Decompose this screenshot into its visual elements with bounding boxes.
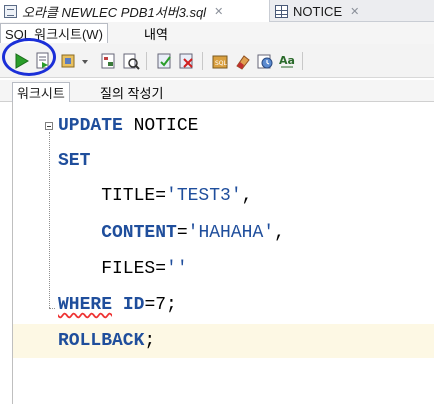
tab-query-builder[interactable]: 질의 작성기 [96, 82, 167, 102]
autotrace-icon[interactable] [60, 52, 78, 70]
rollback-icon[interactable] [178, 52, 196, 70]
close-icon[interactable]: ✕ [350, 5, 359, 18]
fold-guide-line [49, 132, 50, 308]
clear-icon[interactable] [234, 52, 252, 70]
tab-worksheet[interactable]: 워크시트 [12, 82, 70, 102]
code-line-2: SET [58, 147, 90, 175]
worksheet-subtab-bar: SQL 워크시트(W) 내역 [0, 22, 434, 44]
worksheet-mode-tabs: 워크시트 질의 작성기 [0, 80, 434, 102]
code-line-4: CONTENT='HAHAHA', [58, 219, 285, 247]
keyword: UPDATE [58, 116, 123, 136]
tab-notice-label: NOTICE [293, 3, 343, 19]
toolbar-separator [202, 52, 203, 70]
condition: =7; [144, 295, 177, 315]
code-line-1: UPDATE NOTICE [58, 112, 198, 140]
tab-notice[interactable]: NOTICE ✕ [271, 0, 371, 22]
keyword: ROLLBACK [58, 331, 145, 351]
column-assignment: FILES= [58, 259, 167, 279]
run-statement-icon[interactable] [12, 52, 30, 70]
string-literal: 'HAHAHA' [187, 223, 275, 243]
svg-text:SQL: SQL [215, 60, 228, 67]
code-line-6: WHERE ID=7; [58, 291, 177, 319]
keyword: SET [58, 151, 91, 171]
keyword-column: CONTENT [58, 223, 177, 243]
subtab-history[interactable]: 내역 [140, 23, 172, 43]
subtab-sql-worksheet[interactable]: SQL 워크시트(W) [0, 23, 108, 43]
svg-text:Aa: Aa [279, 54, 295, 67]
punctuation: , [241, 186, 253, 206]
fold-guide-end [49, 308, 55, 309]
commit-icon[interactable] [156, 52, 174, 70]
operator: = [176, 223, 188, 243]
punctuation: , [274, 223, 285, 243]
run-script-icon[interactable] [34, 52, 52, 70]
editor-gutter-border [12, 102, 13, 404]
unshared-sql-icon[interactable]: SQL [212, 52, 230, 70]
sql-history-icon[interactable] [256, 52, 274, 70]
column-name: ID [122, 295, 145, 315]
sql-editor[interactable]: UPDATE NOTICE SET TITLE='TEST3', CONTENT… [0, 102, 434, 404]
code-line-3: TITLE='TEST3', [58, 182, 252, 210]
table-name: NOTICE [122, 116, 199, 136]
column-assignment: TITLE= [58, 186, 167, 206]
code-line-5: FILES='' [58, 255, 188, 283]
table-icon [275, 4, 288, 18]
toolbar-separator [302, 52, 303, 70]
editor-tab-bar: 오라클 NEWLEC PDB1서버3.sql ✕ NOTICE ✕ [0, 0, 434, 22]
fold-collapse-icon[interactable] [45, 122, 53, 130]
tab-sql-file-label: 오라클 NEWLEC PDB1서버3.sql [22, 4, 207, 20]
punctuation: ; [144, 331, 156, 351]
code-line-7: ROLLBACK; [58, 327, 155, 355]
explain-plan-icon[interactable] [100, 52, 118, 70]
close-icon[interactable]: ✕ [214, 5, 223, 18]
sql-tuning-icon[interactable] [122, 52, 140, 70]
tab-sql-file[interactable]: 오라클 NEWLEC PDB1서버3.sql ✕ [0, 0, 270, 22]
sql-file-icon [4, 4, 17, 18]
string-literal: 'TEST3' [166, 186, 242, 206]
keyword: WHERE [58, 295, 113, 315]
to-upper-lower-icon[interactable]: Aa [278, 52, 296, 70]
toolbar-separator [146, 52, 147, 70]
string-literal: '' [166, 259, 188, 279]
worksheet-toolbar: SQL Aa [0, 44, 434, 78]
dropdown-arrow-icon[interactable] [80, 52, 90, 70]
